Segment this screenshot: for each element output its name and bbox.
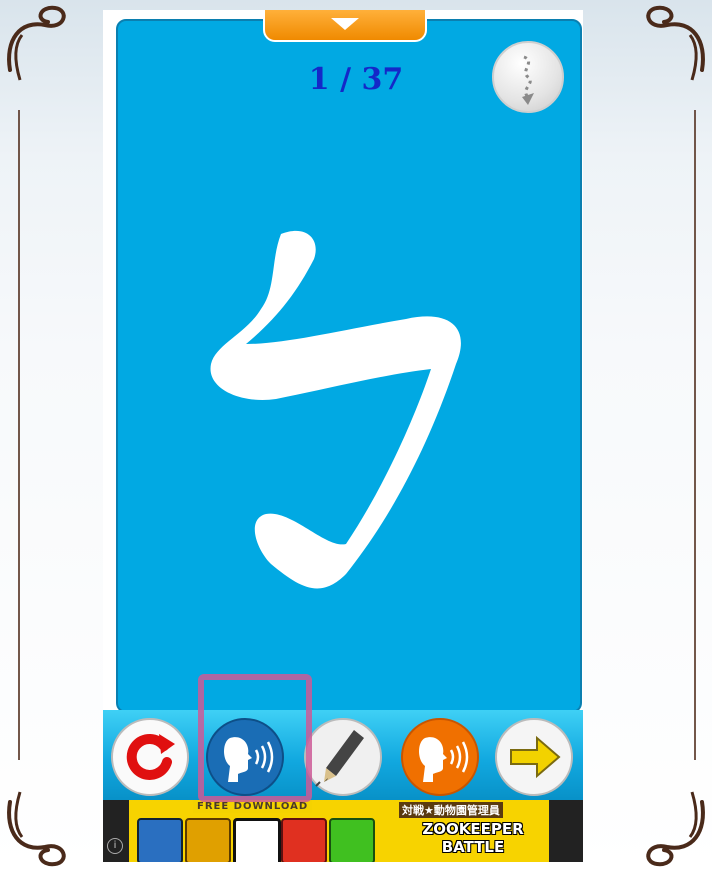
write-button[interactable] — [302, 716, 384, 798]
pull-down-tab[interactable] — [263, 10, 427, 42]
bottom-toolbar — [103, 710, 583, 800]
speaker-head-icon — [206, 718, 284, 796]
corner-flourish-bottom-left — [0, 782, 90, 872]
ad-character-icon-blue — [137, 818, 183, 862]
ad-character-icon-white — [233, 818, 281, 862]
next-button[interactable] — [493, 716, 575, 798]
ad-info-icon[interactable]: i — [107, 838, 123, 854]
ad-title: ZOOKEEPER BATTLE — [399, 820, 547, 856]
frame-line-right — [694, 110, 696, 760]
stroke-order-button[interactable] — [492, 41, 564, 113]
arrow-right-icon — [495, 718, 573, 796]
ad-banner[interactable]: i FREE DOWNLOAD 対戦★動物園管理員 ZOOKEEPER BATT… — [103, 800, 583, 862]
frame-line-left — [18, 110, 20, 760]
ad-title-line-2: BATTLE — [441, 838, 505, 856]
ad-title-line-1: ZOOKEEPER — [422, 820, 524, 838]
corner-flourish-top-right — [622, 0, 712, 90]
ad-character-icon-green — [329, 818, 375, 862]
ad-title-japanese: 対戦★動物園管理員 — [399, 802, 503, 818]
speak-button-orange[interactable] — [399, 716, 481, 798]
ad-character-icon-orange — [185, 818, 231, 862]
app-screen: 1 / 37 i FREE DOWNLOAD 対戦★動物園管理員 ZOOKEEP… — [103, 10, 583, 862]
flash-card: 1 / 37 — [112, 15, 583, 717]
ad-character-icon-red — [281, 818, 327, 862]
stroke-path-icon — [522, 55, 534, 105]
speak-button-blue[interactable] — [204, 716, 286, 798]
bopomofo-character-glyph — [210, 230, 461, 589]
speaker-head-icon — [401, 718, 479, 796]
replay-icon — [111, 718, 189, 796]
ad-free-download: FREE DOWNLOAD — [193, 800, 313, 813]
card-counter: 1 / 37 — [308, 62, 404, 97]
chevron-down-icon — [331, 18, 359, 30]
pencil-icon — [304, 718, 382, 796]
corner-flourish-top-left — [0, 0, 90, 90]
replay-button[interactable] — [109, 716, 191, 798]
corner-flourish-bottom-right — [622, 782, 712, 872]
